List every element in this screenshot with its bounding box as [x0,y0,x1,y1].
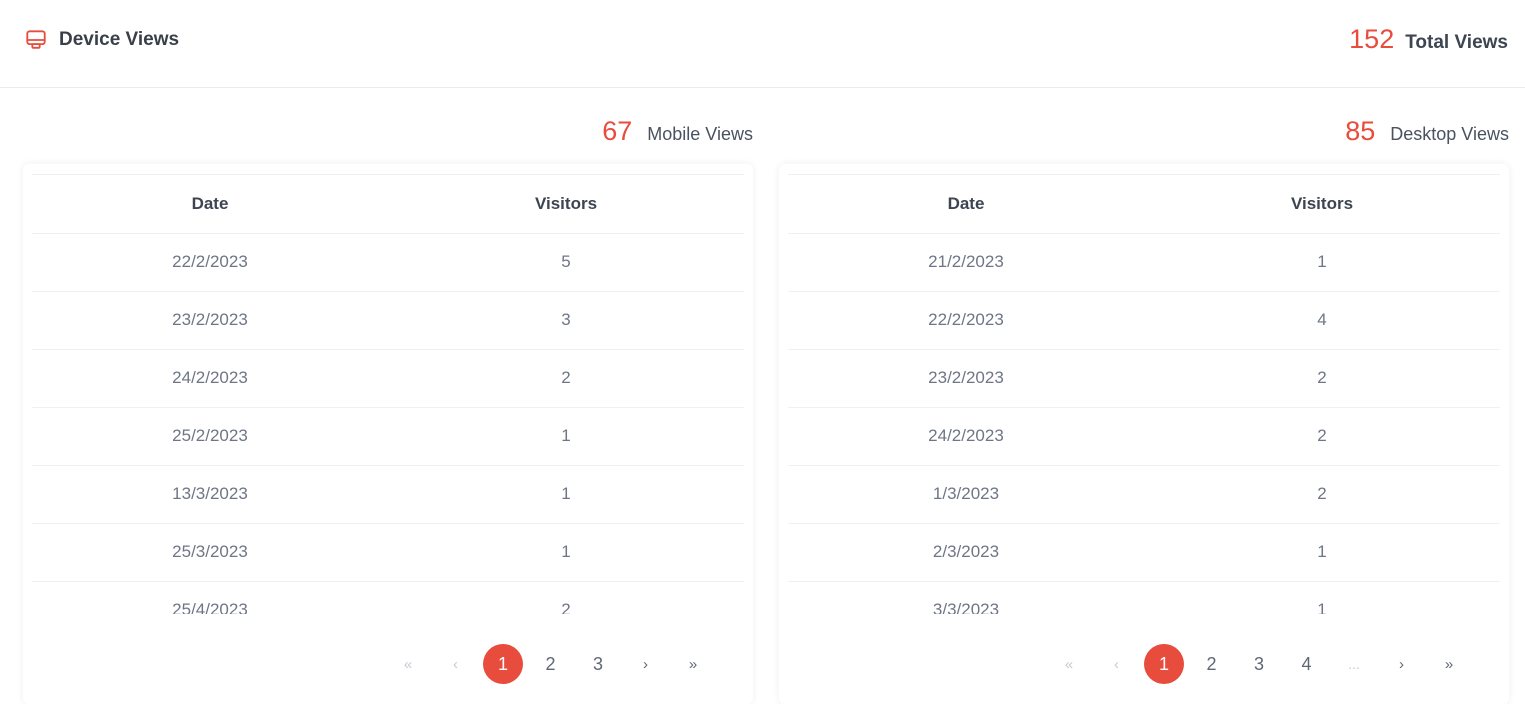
visitors-cell: 5 [388,233,744,292]
date-cell: 13/3/2023 [32,465,388,524]
visitors-cell: 2 [1144,407,1500,466]
desktop-views-card: Date Visitors 21/2/2023 1 22/2/2023 4 23/2/2… [779,164,1509,704]
table-row: 23/2/2023 3 [32,291,744,350]
page-title: Device Views [59,29,180,50]
first-page-button[interactable]: « [388,644,428,684]
visitors-cell: 2 [1144,349,1500,408]
date-cell: 23/2/2023 [788,349,1144,408]
monitor-icon [25,29,47,51]
desktop-table-scroll[interactable]: Date Visitors 21/2/2023 1 22/2/2023 4 23/2/2… [788,174,1500,614]
visitors-cell: 4 [1144,291,1500,350]
date-cell: 25/3/2023 [32,523,388,582]
date-cell: 3/3/2023 [788,581,1144,614]
mobile-table-scroll[interactable]: Date Visitors 22/2/2023 5 23/2/2023 3 24/2/2… [32,174,744,614]
table-row: 13/3/2023 1 [32,465,744,524]
column-header-visitors[interactable]: Visitors [388,175,744,234]
column-header-date[interactable]: Date [788,175,1144,234]
page-button-3[interactable]: 3 [1239,644,1279,684]
desktop-views-stat: 85 Desktop Views [1345,116,1509,147]
desktop-views-count: 85 [1345,116,1376,146]
header-title-group: Device Views [25,29,179,51]
page-button-2[interactable]: 2 [1192,644,1232,684]
date-cell: 2/3/2023 [788,523,1144,582]
prev-page-button[interactable]: ‹ [436,644,476,684]
desktop-views-label: Desktop Views [1390,124,1509,144]
table-row: 22/2/2023 4 [788,291,1500,350]
date-cell: 1/3/2023 [788,465,1144,524]
desktop-views-table: Date Visitors 21/2/2023 1 22/2/2023 4 23/2/2… [788,175,1500,614]
date-cell: 24/2/2023 [788,407,1144,466]
column-header-date[interactable]: Date [32,175,388,234]
page-button-3[interactable]: 3 [578,644,618,684]
date-cell: 23/2/2023 [32,291,388,350]
page-button-2[interactable]: 2 [531,644,571,684]
mobile-views-label: Mobile Views [647,124,753,144]
total-views-count: 152 [1349,24,1395,54]
mobile-views-card: Date Visitors 22/2/2023 5 23/2/2023 3 24/2/2… [23,164,753,704]
date-cell: 25/2/2023 [32,407,388,466]
table-row: 2/3/2023 1 [788,523,1500,582]
table-row: 22/2/2023 5 [32,233,744,292]
pagination-ellipsis: ... [1348,656,1360,672]
table-row: 21/2/2023 1 [788,233,1500,292]
date-cell: 24/2/2023 [32,349,388,408]
visitors-cell: 3 [388,291,744,350]
visitors-cell: 1 [1144,523,1500,582]
next-page-button[interactable]: › [626,644,666,684]
last-page-button[interactable]: » [673,644,713,684]
table-row: 24/2/2023 2 [788,407,1500,466]
table-row: 25/3/2023 1 [32,523,744,582]
table-row: 3/3/2023 1 [788,581,1500,614]
visitors-cell: 1 [388,407,744,466]
visitors-cell: 1 [388,465,744,524]
mobile-views-count: 67 [602,116,633,146]
page-button-4[interactable]: 4 [1287,644,1327,684]
visitors-cell: 1 [388,523,744,582]
mobile-views-stat: 67 Mobile Views [602,116,753,147]
table-row: 1/3/2023 2 [788,465,1500,524]
mobile-views-table: Date Visitors 22/2/2023 5 23/2/2023 3 24/2/2… [32,175,744,614]
table-row: 24/2/2023 2 [32,349,744,408]
table-header-row: Date Visitors [788,175,1500,234]
visitors-cell: 1 [1144,581,1500,614]
total-views-stat: 152 Total Views [1349,24,1508,55]
visitors-cell: 1 [1144,233,1500,292]
date-cell: 22/2/2023 [788,291,1144,350]
desktop-pagination: « ‹ 1 2 3 4 ... › » [1049,644,1477,684]
visitors-cell: 2 [1144,465,1500,524]
date-cell: 25/4/2023 [32,581,388,614]
mobile-pagination: « ‹ 1 2 3 › » [388,644,721,684]
last-page-button[interactable]: » [1429,644,1469,684]
date-cell: 22/2/2023 [32,233,388,292]
table-row: 23/2/2023 2 [788,349,1500,408]
total-views-label: Total Views [1405,32,1508,53]
page-button-1[interactable]: 1 [483,644,523,684]
visitors-cell: 2 [388,581,744,614]
table-row: 25/2/2023 1 [32,407,744,466]
visitors-cell: 2 [388,349,744,408]
first-page-button[interactable]: « [1049,644,1089,684]
prev-page-button[interactable]: ‹ [1097,644,1137,684]
table-header-row: Date Visitors [32,175,744,234]
column-header-visitors[interactable]: Visitors [1144,175,1500,234]
page-button-1[interactable]: 1 [1144,644,1184,684]
page-header: Device Views 152 Total Views [0,0,1525,88]
date-cell: 21/2/2023 [788,233,1144,292]
next-page-button[interactable]: › [1382,644,1422,684]
table-row: 25/4/2023 2 [32,581,744,614]
